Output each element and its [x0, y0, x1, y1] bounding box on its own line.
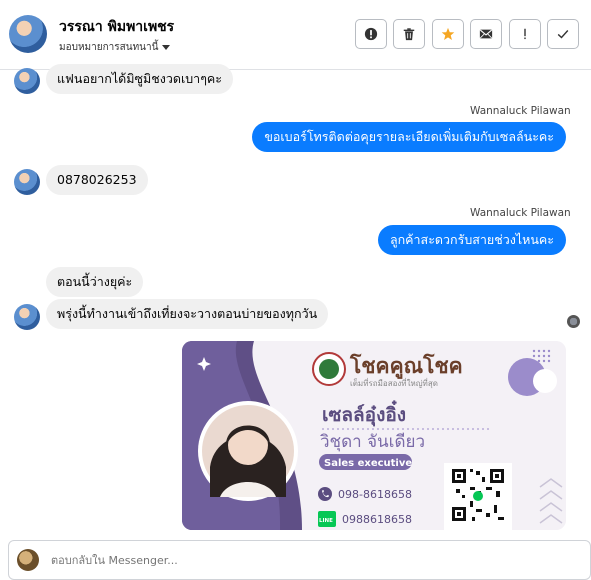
incoming-message[interactable]: พรุ่งนี้ทำงานเข้าถึงเที่ยงจะวางตอนบ่ายขอ… [46, 299, 329, 329]
business-card-graphic: โชคคูณโชค เต็มที่รถมือสองที่ใหญ่ที่สุด เ… [182, 341, 566, 530]
card-title: เซลล์อุ๋งอิ๋ง [322, 400, 406, 427]
report-button[interactable] [355, 19, 387, 49]
read-receipt-avatar [567, 315, 580, 328]
card-phone: 098-8618658 [338, 488, 412, 501]
outgoing-message[interactable]: ลูกค้าสะดวกรับสายช่วงไหนคะ [377, 225, 566, 255]
sender-name: Wannaluck Pilawan [470, 105, 571, 117]
card-slogan: เต็มที่รถมือสองที่ใหญ่ที่สุด [350, 377, 438, 388]
card-line-badge: LINE [319, 518, 333, 524]
trash-icon [403, 28, 415, 41]
card-role: Sales executive [324, 458, 412, 469]
reply-input[interactable] [49, 553, 453, 568]
done-button[interactable] [547, 19, 579, 49]
incoming-message[interactable]: ตอนนี้ว่างยุค่ะ [46, 267, 144, 297]
envelope-icon [479, 29, 493, 39]
star-button[interactable] [432, 19, 464, 49]
check-icon [557, 30, 569, 39]
reply-composer [8, 540, 591, 580]
chevron-down-icon [162, 44, 171, 50]
mail-button[interactable] [470, 19, 502, 49]
card-line-id: 0988618658 [342, 513, 412, 526]
exclamation-circle-icon [364, 27, 378, 41]
assign-label: มอบหมายการสนทนานี้ [59, 42, 159, 53]
contact-avatar[interactable] [9, 15, 47, 53]
exclamation-icon [524, 28, 526, 40]
contact-avatar-small [14, 68, 40, 94]
page-avatar [17, 549, 39, 571]
contact-name[interactable]: วรรณา พิมพาเพชร [59, 16, 174, 38]
contact-avatar-small [14, 169, 40, 195]
star-icon [441, 27, 455, 40]
sender-name: Wannaluck Pilawan [470, 207, 571, 219]
card-brand: โชคคูณโชค [349, 353, 463, 380]
delete-button[interactable] [393, 19, 425, 49]
conversation-header: วรรณา พิมพาเพชร มอบหมายการสนทนานี้ [0, 0, 591, 70]
outgoing-message[interactable]: ขอเบอร์โทรติดต่อคุยรายละเอียดเพิ่มเติมกั… [252, 122, 566, 152]
card-person-name: วิชุดา จันเดียว [320, 432, 425, 452]
important-button[interactable] [509, 19, 541, 49]
contact-avatar-small [14, 304, 40, 330]
incoming-message[interactable]: 0878026253 [46, 165, 148, 195]
business-card-image[interactable]: โชคคูณโชค เต็มที่รถมือสองที่ใหญ่ที่สุด เ… [182, 341, 566, 530]
incoming-message[interactable]: แฟนอยากได้มิซูมิชงวดเบาๆคะ [46, 64, 233, 94]
assign-conversation-dropdown[interactable]: มอบหมายการสนทนานี้ [59, 40, 171, 55]
